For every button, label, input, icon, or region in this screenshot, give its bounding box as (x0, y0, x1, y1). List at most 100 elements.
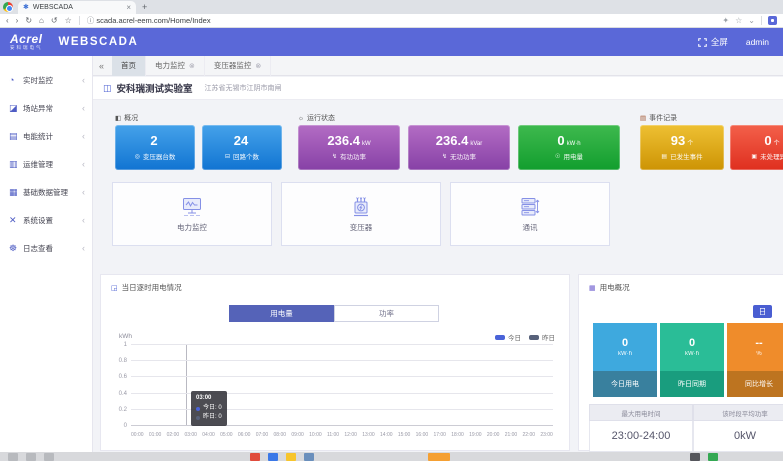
panel-transformer[interactable]: 变压器 (281, 182, 441, 246)
sidebar-item-station-anomaly[interactable]: ◪ 场站异常 ‹ (0, 94, 92, 122)
x-tick-label: 19:00 (469, 432, 482, 438)
x-tick-label: 03:00 (184, 432, 197, 438)
x-tick-label: 00:00 (131, 432, 144, 438)
sidebar-item-log-view[interactable]: ☸ 日志查看 ‹ (0, 234, 92, 262)
x-tick-label: 20:00 (487, 432, 500, 438)
sidebar-item-label: 基础数据管理 (23, 187, 82, 198)
x-tick-label: 12:00 (344, 432, 357, 438)
page-info-icon[interactable]: ⓘ (87, 16, 95, 25)
url-field[interactable]: ⓘ scada.acrel-eem.com/Home/Index (87, 15, 211, 26)
chart-tooltip: 03:00 今日: 0 昨日: 0 (191, 391, 227, 426)
period-day-button[interactable]: 日 (753, 305, 772, 318)
sidebar-item-energy-statistics[interactable]: ▤ 电能统计 ‹ (0, 122, 92, 150)
usage-card-yesterday[interactable]: 0kW·h 昨日同期 (660, 323, 724, 397)
app-header: Acrel 安科瑞电气 WEBSCADA 全屏 admin (0, 28, 783, 56)
stat-card-transformer-count[interactable]: 2 ◎变压器台数 (115, 125, 195, 170)
taskbar-app-icon[interactable] (268, 453, 278, 461)
sidebar-item-system-settings[interactable]: ✕ 系统设置 ‹ (0, 206, 92, 234)
taskbar-app-icon[interactable] (26, 453, 36, 461)
tab-home[interactable]: 首页 (112, 56, 146, 76)
page-tab-bar: « 首页 电力监控 ⊗ 变压器监控 ⊗ (93, 56, 783, 76)
close-tab-icon[interactable]: ⊗ (189, 62, 195, 70)
panel-communication[interactable]: 通讯 (450, 182, 610, 246)
chevron-left-icon: ‹ (82, 216, 85, 225)
x-tick-label: 07:00 (256, 432, 269, 438)
transformer-icon: ◎ (135, 153, 140, 160)
x-tick-label: 16:00 (416, 432, 429, 438)
fullscreen-button[interactable]: 全屏 (698, 36, 728, 48)
usage-card-today[interactable]: 0kW·h 今日用电 (593, 323, 657, 397)
home-icon[interactable]: ⌂ (39, 17, 44, 25)
browser-tab[interactable]: ✱ WEBSCADA × (18, 1, 136, 14)
history-icon[interactable]: ↺ (51, 17, 58, 25)
collapse-sidebar-icon[interactable]: « (99, 61, 104, 71)
forward-icon[interactable]: › (16, 17, 19, 25)
chevron-left-icon: ‹ (82, 132, 85, 141)
stat-card-circuit-count[interactable]: 24 ⊟回路个数 (202, 125, 282, 170)
close-tab-icon[interactable]: × (126, 3, 131, 12)
taskbar-app-icon[interactable] (690, 453, 700, 461)
back-icon[interactable]: ‹ (6, 17, 9, 25)
reload-icon[interactable]: ↻ (25, 17, 32, 25)
star-icon[interactable]: ☆ (735, 17, 742, 25)
tab-transformer-monitoring[interactable]: 变压器监控 ⊗ (205, 56, 271, 76)
toggle-power-button[interactable]: 功率 (334, 305, 439, 322)
sidebar-item-label: 日志查看 (23, 243, 82, 254)
usage-overview-icon: ▦ (589, 284, 596, 292)
legend-yesterday[interactable]: 昨日 (529, 332, 555, 342)
chart-mode-toggle: 用电量 功率 (229, 305, 439, 322)
section-event-records: ▤ 事件记录 (640, 113, 677, 123)
tab-power-monitoring[interactable]: 电力监控 ⊗ (146, 56, 205, 76)
close-tab-icon[interactable]: ⊗ (255, 62, 261, 70)
favicon: ✱ (23, 4, 29, 11)
chevron-down-icon[interactable]: ⌄ (748, 17, 755, 25)
bookmark-star-icon[interactable]: ☆ (65, 17, 72, 25)
calendar-icon: ▦ (9, 188, 21, 197)
tab-label: 变压器监控 (214, 60, 252, 71)
sidebar-item-label: 系统设置 (23, 215, 82, 226)
x-axis-labels: 00:0001:0002:0003:0004:0005:0006:0007:00… (131, 432, 553, 438)
browser-address-bar: ‹ › ↻ ⌂ ↺ ☆ ⓘ scada.acrel-eem.com/Home/I… (0, 14, 783, 28)
sidebar-item-om-management[interactable]: ▥ 运维管理 ‹ (0, 150, 92, 178)
usage-card-yoy-growth[interactable]: --% 同比增长 (727, 323, 783, 397)
x-tick-label: 21:00 (505, 432, 518, 438)
tooltip-time: 03:00 (196, 394, 222, 404)
taskbar-app-icon[interactable] (708, 453, 718, 461)
taskbar-app-icon[interactable] (286, 453, 296, 461)
chart-legend: 今日 昨日 (495, 332, 555, 342)
chart-icon: ▤ (9, 132, 21, 141)
sidebar-item-label: 实时监控 (23, 75, 82, 86)
chrome-logo-icon[interactable] (3, 2, 13, 12)
taskbar-app-icon[interactable] (8, 453, 18, 461)
gauge-icon: ◔ (9, 76, 21, 85)
taskbar-active-app[interactable] (428, 453, 450, 461)
toggle-energy-button[interactable]: 用电量 (229, 305, 334, 322)
stat-card-active-power[interactable]: 236.4kW ↯有功功率 (298, 125, 400, 170)
user-menu[interactable]: admin (746, 37, 769, 47)
stat-card-occurred-events[interactable]: 93个 ▤已发生事件 (640, 125, 724, 170)
series-dot-today (196, 407, 200, 411)
stat-card-reactive-power[interactable]: 236.4kVar ↯无功功率 (408, 125, 510, 170)
sidebar-item-basic-data-management[interactable]: ▦ 基础数据管理 ‹ (0, 178, 92, 206)
divider (79, 16, 80, 25)
line-chart-plot[interactable]: 03:00 今日: 0 昨日: 0 00.20.40.60.81 (131, 345, 553, 426)
stat-card-unhandled-anomalies[interactable]: 0个 ▣未处理异常 (730, 125, 783, 170)
extension-icon[interactable]: ✦ (722, 17, 729, 25)
panel-label: 通讯 (523, 222, 538, 233)
panel-power-monitoring[interactable]: 电力监控 (112, 182, 272, 246)
fullscreen-icon (698, 38, 707, 47)
new-tab-button[interactable]: + (142, 2, 147, 12)
sidebar-item-realtime-monitoring[interactable]: ◔ 实时监控 ‹ (0, 66, 92, 94)
table-cell-max-time: 23:00-24:00 (589, 421, 693, 452)
legend-today[interactable]: 今日 (495, 332, 521, 342)
clipboard-icon: ▤ (640, 114, 646, 122)
x-tick-label: 15:00 (398, 432, 411, 438)
profile-extension-icon[interactable] (768, 16, 777, 25)
divider (761, 16, 762, 25)
hourly-chart-icon: ◲ (111, 284, 118, 292)
taskbar-app-icon[interactable] (304, 453, 314, 461)
stat-card-energy-usage[interactable]: 0kW·h ☉用电量 (518, 125, 620, 170)
taskbar-app-icon[interactable] (44, 453, 54, 461)
taskbar-app-icon[interactable] (250, 453, 260, 461)
x-tick-label: 17:00 (433, 432, 446, 438)
